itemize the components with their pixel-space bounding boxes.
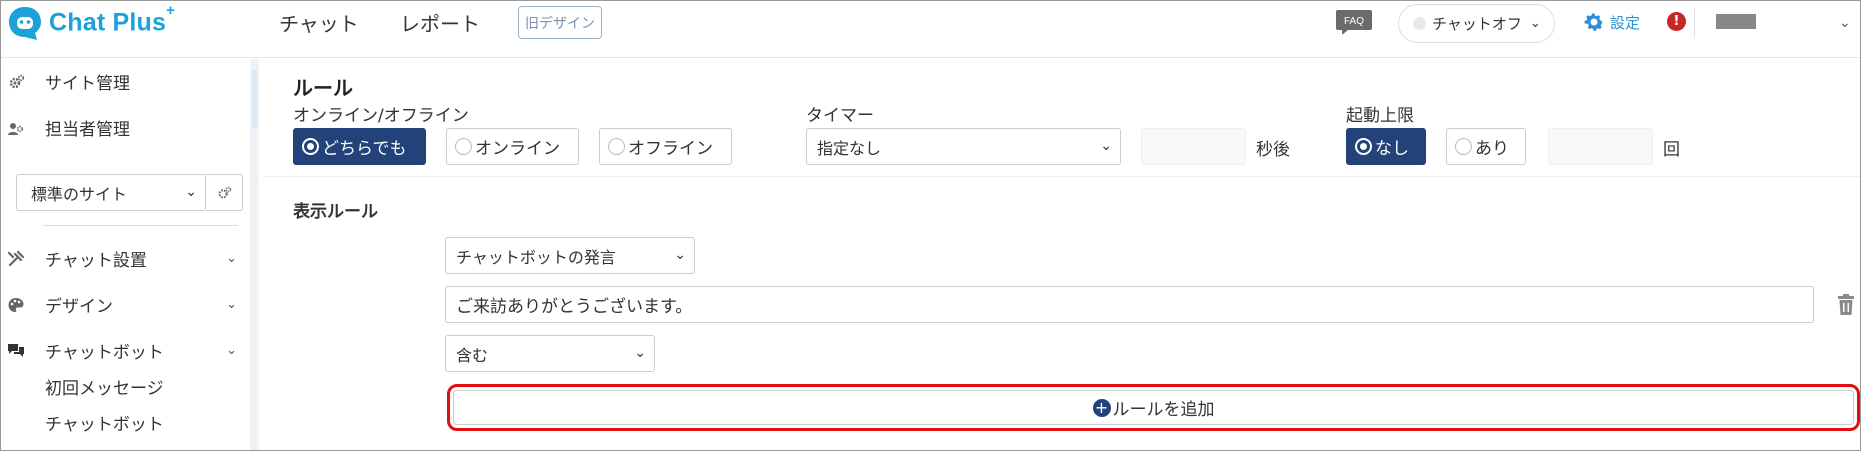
tools-icon [7, 250, 25, 266]
limit-count-input[interactable] [1548, 128, 1653, 165]
sidebar-item-label: デザイン [45, 297, 113, 317]
radio-circle-icon [455, 138, 472, 155]
users-icon [8, 122, 24, 135]
faq-label: FAQ [1344, 16, 1364, 27]
nav-report[interactable]: レポート [400, 8, 480, 37]
radio-offline[interactable]: オフライン [599, 128, 732, 165]
radio-label: あり [1475, 139, 1509, 159]
timer-seconds-input[interactable] [1141, 128, 1246, 165]
logo-text: Chat Plus+ [49, 2, 176, 37]
radio-label: オンライン [475, 139, 560, 159]
activation-limit-label: 起動上限 [1346, 106, 1414, 126]
rule-type-select[interactable]: チャットボットの発言 ⌄ [445, 237, 695, 274]
alert-icon[interactable]: ! [1667, 12, 1686, 31]
sidebar-subitem-chatbot[interactable]: チャットボット [45, 410, 164, 435]
sidebar-item-label: チャットボット [45, 343, 164, 363]
sidebar-subitem-first-message[interactable]: 初回メッセージ [45, 374, 164, 399]
avatar[interactable] [1716, 14, 1756, 29]
old-design-button[interactable]: 旧デザイン [518, 6, 602, 39]
sidebar-item-site-manage[interactable]: サイト管理 [7, 69, 237, 94]
sidebar-item-chatbot[interactable]: チャットボット ⌄ [7, 338, 237, 363]
status-dot [1413, 17, 1426, 30]
sidebar-divider [43, 225, 238, 226]
count-unit-label: 回 [1663, 140, 1680, 160]
chevron-down-icon: ⌄ [1529, 16, 1541, 31]
add-rule-button[interactable]: + ルールを追加 [447, 384, 1860, 431]
timer-select[interactable]: 指定なし ⌄ [806, 128, 1121, 165]
app-frame: Chat Plus+ チャット レポート 旧デザイン FAQ チャットオフ ⌄ … [0, 0, 1861, 451]
sidebar-item-design[interactable]: デザイン ⌄ [7, 292, 237, 317]
chevron-down-icon: ⌄ [226, 251, 237, 266]
rule-text-input[interactable]: ご来訪ありがとうございます。 [445, 286, 1814, 323]
main-content: ルール オンライン/オフライン どちらでも オンライン オフライン タイマー 指… [263, 59, 1860, 450]
radio-label: オフライン [628, 139, 713, 159]
palette-icon [8, 297, 24, 312]
radio-circle-icon [608, 138, 625, 155]
site-select-value: 標準のサイト [31, 184, 128, 204]
online-offline-label: オンライン/オフライン [293, 106, 469, 126]
add-rule-label: ルールを追加 [1112, 400, 1215, 420]
match-type-value: 含む [456, 345, 489, 365]
gears-icon [218, 186, 232, 199]
logo[interactable]: Chat Plus+ [7, 2, 176, 41]
display-rule-title: 表示ルール [293, 202, 378, 222]
settings-button[interactable]: 設定 [1582, 10, 1640, 34]
rule-type-value: チャットボットの発言 [456, 247, 616, 267]
radio-limit-yes[interactable]: あり [1446, 128, 1526, 165]
chevron-down-icon: ⌄ [226, 343, 237, 358]
chevron-down-icon[interactable]: ⌄ [1839, 15, 1851, 31]
timer-select-value: 指定なし [817, 138, 882, 158]
radio-label: どちらでも [322, 139, 407, 159]
radio-either[interactable]: どちらでも [293, 128, 426, 165]
radio-limit-none[interactable]: なし [1346, 128, 1426, 165]
section-divider [263, 176, 1860, 177]
chevron-down-icon: ⌄ [226, 297, 237, 312]
top-header: Chat Plus+ チャット レポート 旧デザイン FAQ チャットオフ ⌄ … [1, 1, 1860, 58]
seconds-unit-label: 秒後 [1256, 140, 1290, 160]
sidebar: サイト管理 担当者管理 標準のサイト ⌄ チャット設置 ⌄ デザイン ⌄ チャッ… [1, 59, 250, 450]
sidebar-item-chat-settings[interactable]: チャット設置 ⌄ [7, 246, 237, 271]
faq-icon[interactable]: FAQ [1336, 10, 1372, 34]
sidebar-item-label: チャット設置 [45, 251, 147, 271]
site-settings-button[interactable] [206, 174, 243, 211]
chat-bubble-logo-icon [9, 7, 41, 40]
radio-online[interactable]: オンライン [446, 128, 579, 165]
rule-section-title: ルール [293, 76, 353, 100]
chevron-down-icon: ⌄ [674, 247, 686, 263]
radio-circle-icon [302, 138, 319, 155]
sidebar-item-label: 担当者管理 [45, 120, 130, 140]
chevron-down-icon: ⌄ [185, 184, 197, 200]
match-type-select[interactable]: 含む ⌄ [445, 335, 655, 372]
gears-icon [9, 74, 25, 88]
sidebar-item-label: サイト管理 [45, 74, 130, 94]
nav-chat[interactable]: チャット [279, 8, 359, 37]
gear-icon [1584, 13, 1604, 31]
site-select[interactable]: 標準のサイト ⌄ [16, 174, 206, 211]
trash-icon[interactable] [1837, 294, 1855, 316]
status-label: チャットオフ [1432, 15, 1522, 33]
radio-circle-icon [1455, 138, 1472, 155]
plus-circle-icon: + [1092, 398, 1111, 417]
header-divider [1694, 9, 1695, 37]
radio-label: なし [1375, 139, 1409, 159]
chat-status-select[interactable]: チャットオフ ⌄ [1398, 4, 1555, 43]
sidebar-item-staff-manage[interactable]: 担当者管理 [7, 115, 237, 140]
chevron-down-icon: ⌄ [634, 345, 646, 361]
chat-bubbles-icon [8, 343, 24, 357]
settings-label: 設定 [1610, 13, 1641, 32]
sidebar-scrollbar-thumb[interactable] [252, 69, 257, 129]
chevron-down-icon: ⌄ [1100, 138, 1112, 154]
timer-label: タイマー [806, 106, 874, 126]
radio-circle-icon [1355, 138, 1372, 155]
